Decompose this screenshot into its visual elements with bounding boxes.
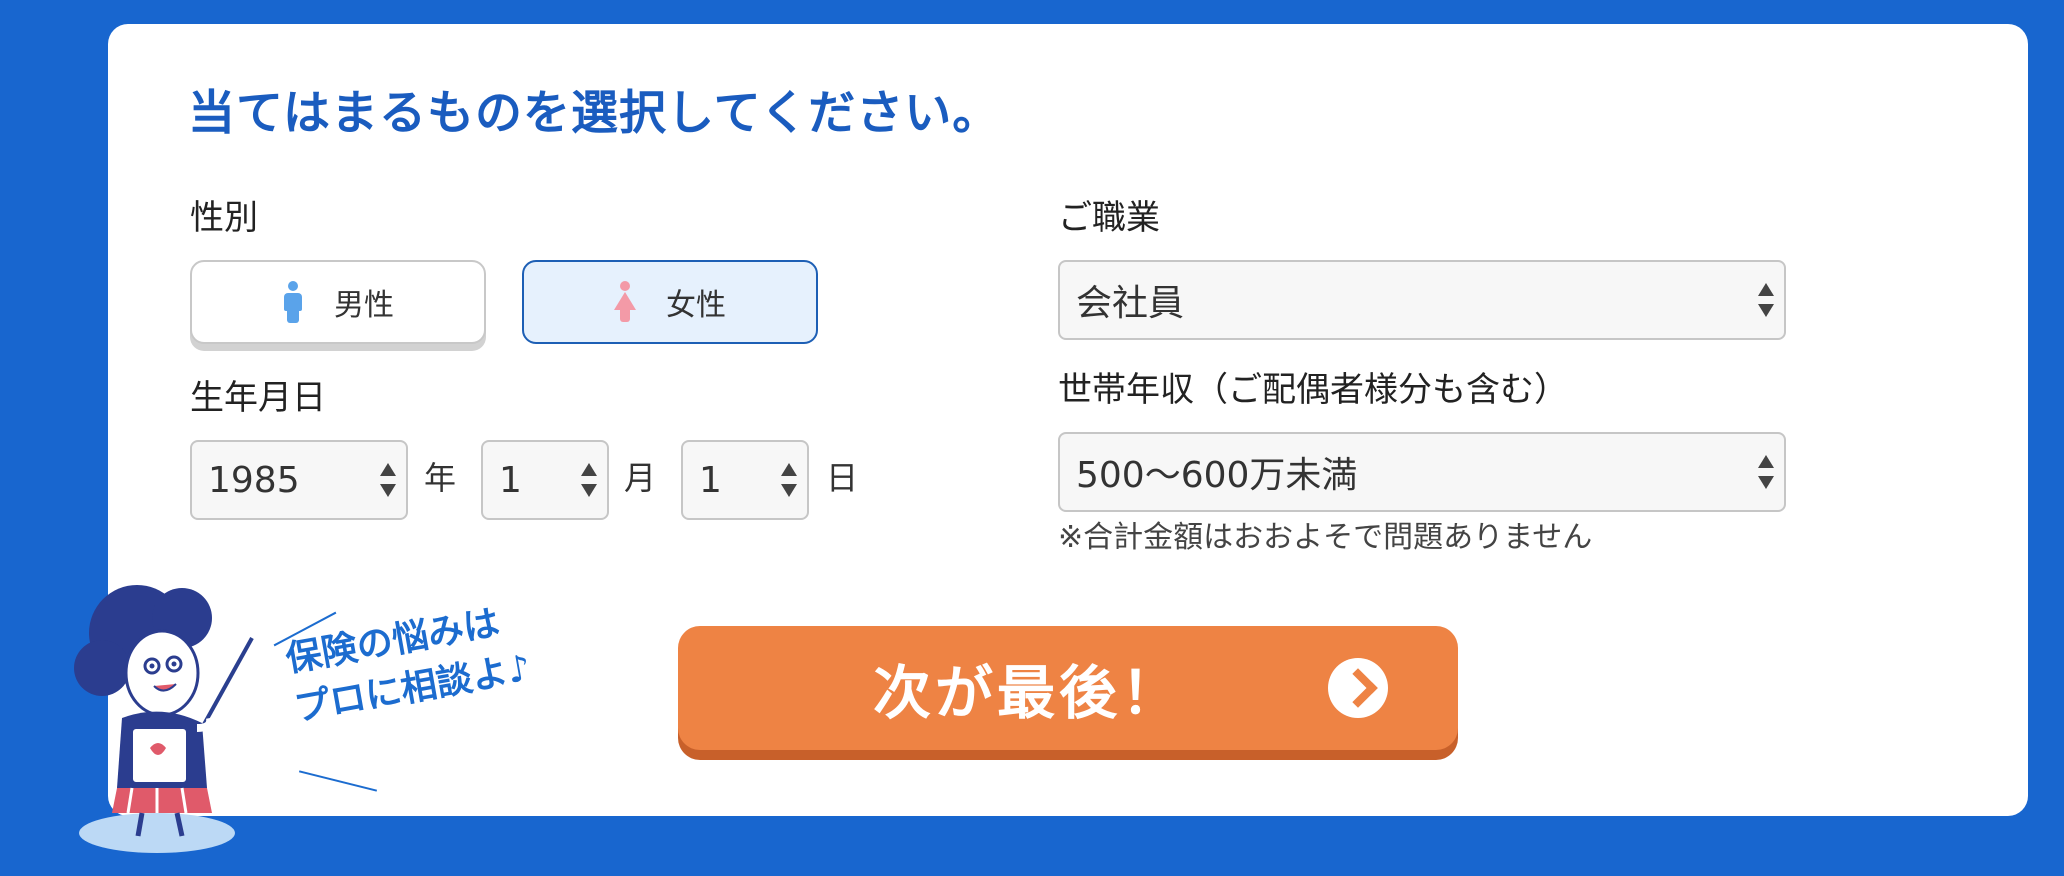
select-arrows-icon [1758, 455, 1774, 489]
select-arrows-icon [1758, 283, 1774, 317]
income-note: ※合計金額はおおよそで問題ありません [1058, 520, 1593, 555]
select-arrows-icon [581, 463, 597, 497]
birth-month-value: 1 [499, 459, 522, 501]
gender-female-button[interactable]: 女性 [522, 260, 818, 344]
month-unit: 月 [624, 459, 657, 497]
gender-male-button[interactable]: 男性 [190, 260, 486, 344]
year-unit: 年 [424, 459, 457, 497]
next-button[interactable]: 次が最後！ [678, 626, 1458, 750]
mascot-illustration [74, 585, 254, 853]
income-value: 500〜600万未満 [1076, 455, 1358, 496]
gender-male-label: 男性 [334, 288, 394, 323]
day-unit: 日 [826, 459, 859, 497]
gender-female-label: 女性 [666, 288, 726, 323]
female-person-icon [614, 281, 636, 323]
income-select[interactable]: 500〜600万未満 [1058, 432, 1786, 512]
occupation-select[interactable]: 会社員 [1058, 260, 1786, 340]
page-title: 当てはまるものを選択してください。 [188, 86, 1001, 141]
select-arrows-icon [380, 463, 396, 497]
birth-year-select[interactable]: 1985 [190, 440, 408, 520]
select-arrows-icon [781, 463, 797, 497]
gender-label: 性別 [190, 198, 258, 238]
male-person-icon [282, 281, 304, 323]
occupation-value: 会社員 [1076, 283, 1185, 324]
birthdate-label: 生年月日 [190, 378, 326, 418]
income-label: 世帯年収（ご配偶者様分も含む） [1058, 370, 1568, 410]
birth-day-value: 1 [699, 459, 722, 501]
next-button-label: 次が最後！ [872, 659, 1183, 727]
chevron-right-circle-icon [1328, 658, 1388, 718]
occupation-label: ご職業 [1058, 198, 1160, 238]
birth-year-value: 1985 [208, 459, 300, 501]
birth-month-select[interactable]: 1 [481, 440, 609, 520]
birth-day-select[interactable]: 1 [681, 440, 809, 520]
